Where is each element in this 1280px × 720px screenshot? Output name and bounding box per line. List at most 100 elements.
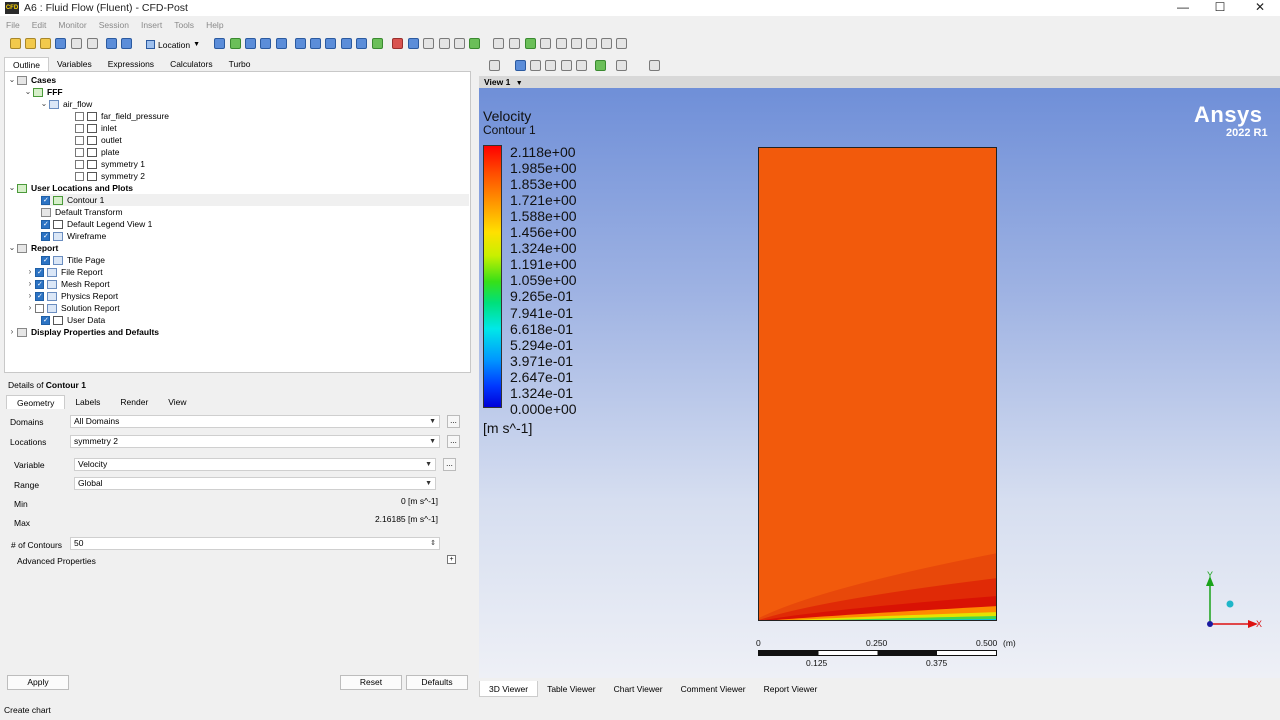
viewport-layout-icon[interactable] [616,60,627,71]
chevron-down-icon[interactable]: ⌄ [7,182,17,194]
screenshot-icon[interactable] [87,38,98,49]
visibility-checkbox[interactable] [41,255,50,267]
tree-item-mesh-report[interactable]: › Mesh Report [25,278,110,291]
load-results-icon[interactable] [55,38,66,49]
zoom-box-icon[interactable] [561,60,572,71]
tab-view[interactable]: View [158,395,196,409]
visibility-checkbox[interactable] [75,147,84,157]
isosurface-icon[interactable] [295,38,306,49]
quick-editor-icon[interactable] [509,38,520,49]
tab-outline[interactable]: Outline [4,57,49,71]
color-map-icon[interactable] [372,38,383,49]
menu-help[interactable]: Help [200,20,229,33]
zoom-icon[interactable] [545,60,556,71]
visibility-checkbox[interactable] [35,291,44,303]
chevron-right-icon[interactable]: › [25,290,35,302]
expand-icon[interactable]: + [447,555,456,564]
chevron-right-icon[interactable]: › [25,278,35,290]
contour-plot[interactable] [758,147,997,621]
tab-expressions[interactable]: Expressions [100,57,162,71]
tab-report-viewer[interactable]: Report Viewer [755,681,827,697]
domains-select[interactable]: All Domains ▼ [70,415,440,428]
range-select[interactable]: Global ▼ [74,477,436,490]
tree-item-default-transform[interactable]: Default Transform [41,206,123,218]
tree-item-user-locations[interactable]: ⌄ User Locations and Plots [7,182,133,194]
visibility-checkbox[interactable] [35,267,44,279]
visibility-checkbox[interactable] [75,171,84,181]
tree-item-title-page[interactable]: Title Page [41,254,105,267]
tree-item-boundary[interactable]: symmetry 1 [75,158,145,170]
chevron-right-icon[interactable]: › [25,266,35,278]
tree-item-report[interactable]: ⌄ Report [7,242,59,254]
tab-geometry[interactable]: Geometry [6,395,66,409]
tab-turbo[interactable]: Turbo [221,57,259,71]
reset-button[interactable]: Reset [340,675,402,690]
tab-calculators[interactable]: Calculators [162,57,221,71]
tree-item-boundary[interactable]: outlet [75,134,122,146]
rotate-icon[interactable] [515,60,526,71]
visibility-checkbox[interactable] [75,159,84,169]
tab-labels[interactable]: Labels [65,395,110,409]
save-state-icon[interactable] [40,38,51,49]
visibility-checkbox[interactable] [41,231,50,243]
print-icon[interactable] [71,38,82,49]
menu-insert[interactable]: Insert [135,20,168,33]
streamline-icon[interactable] [245,38,256,49]
redo-icon[interactable] [121,38,132,49]
visibility-checkbox[interactable] [75,135,84,145]
location-dropdown-button[interactable]: Location ▼ [146,38,200,51]
chevron-down-icon[interactable]: ⌄ [23,86,33,98]
function-calculator-icon[interactable] [556,38,567,49]
visibility-checkbox[interactable] [75,123,84,133]
visibility-checkbox[interactable] [75,111,84,121]
command-editor-icon[interactable] [616,38,627,49]
volume-rendering-icon[interactable] [276,38,287,49]
variable-more-button[interactable]: ... [443,458,456,471]
spinner-icon[interactable]: ⇕ [430,538,436,549]
contour-icon[interactable] [230,38,241,49]
minimize-button[interactable]: — [1163,0,1203,16]
coordinate-frame-icon[interactable] [325,38,336,49]
tree-item-file-report[interactable]: › File Report [25,266,103,279]
tab-3d-viewer[interactable]: 3D Viewer [479,681,539,697]
sync-views-icon[interactable] [649,60,660,71]
tree-item-boundary[interactable]: far_field_pressure [75,110,169,122]
pan-icon[interactable] [530,60,541,71]
legend-icon[interactable] [341,38,352,49]
tree-item-boundary[interactable]: symmetry 2 [75,170,145,182]
tree-item-boundary[interactable]: plate [75,146,119,158]
view-selector[interactable]: View 1 ▼ [479,76,1280,88]
zoom-fit-icon[interactable] [576,60,587,71]
close-button[interactable]: ✕ [1240,0,1280,16]
probe-icon[interactable] [540,38,551,49]
fit-view-icon[interactable] [595,60,606,71]
apply-button[interactable]: Apply [7,675,69,690]
figure-icon[interactable] [469,38,480,49]
comment-icon[interactable] [454,38,465,49]
tree-item-fff[interactable]: ⌄ FFF [23,86,63,98]
particle-track-icon[interactable] [260,38,271,49]
visibility-checkbox[interactable] [41,195,50,207]
select-icon[interactable] [489,60,500,71]
locations-select[interactable]: symmetry 2 ▼ [70,435,440,448]
visibility-checkbox[interactable] [41,219,50,231]
tab-render[interactable]: Render [110,395,158,409]
variable-select[interactable]: Velocity ▼ [74,458,436,471]
tree-item-user-data[interactable]: User Data [41,314,105,327]
visibility-checkbox[interactable] [35,303,44,313]
menu-tools[interactable]: Tools [168,20,200,33]
tree-item-default-legend[interactable]: Default Legend View 1 [41,218,152,231]
chart-icon[interactable] [439,38,450,49]
menu-monitor[interactable]: Monitor [52,20,92,33]
chevron-down-icon[interactable]: ⌄ [7,74,17,86]
new-icon[interactable] [10,38,21,49]
variable-icon[interactable] [392,38,403,49]
case-comparison-tool-icon[interactable] [601,38,612,49]
tree-item-physics-report[interactable]: › Physics Report [25,290,119,303]
tab-comment-viewer[interactable]: Comment Viewer [672,681,755,697]
tab-chart-viewer[interactable]: Chart Viewer [605,681,672,697]
text-icon[interactable] [310,38,321,49]
expression-icon[interactable] [408,38,419,49]
mesh-calculator-icon[interactable] [586,38,597,49]
vector-icon[interactable] [214,38,225,49]
